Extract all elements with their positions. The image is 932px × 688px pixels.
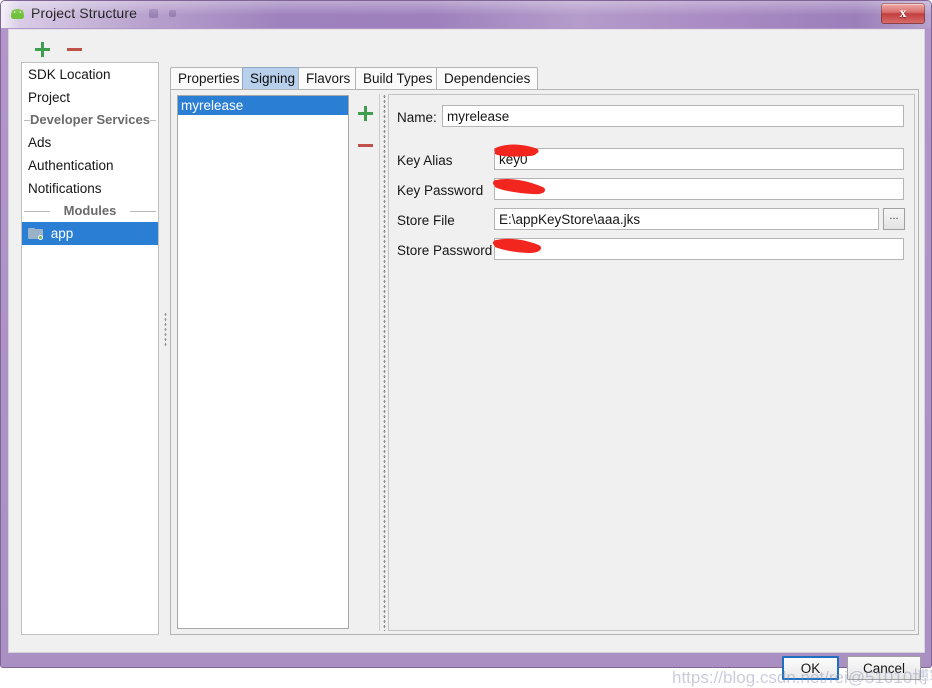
key-password-input[interactable]: [494, 178, 904, 200]
sidebar-separator-label: Developer Services: [30, 112, 150, 127]
remove-signing-config-button[interactable]: [354, 134, 376, 156]
separator-line-right: [150, 120, 156, 121]
key-alias-input[interactable]: [494, 148, 904, 170]
sidebar-remove-button[interactable]: [63, 38, 85, 60]
cancel-button[interactable]: Cancel: [847, 656, 921, 680]
sidebar-item-label: Project: [28, 90, 71, 105]
sidebar-item-label: Notifications: [28, 181, 102, 196]
sidebar-separator-developer-services: Developer Services: [22, 109, 158, 131]
key-alias-label: Key Alias: [397, 153, 453, 168]
cancel-button-label: Cancel: [862, 660, 906, 676]
sidebar-add-button[interactable]: [31, 38, 53, 60]
tab-flavors[interactable]: Flavors: [298, 67, 359, 89]
module-folder-icon: [28, 228, 43, 240]
separator-line-right: [130, 211, 156, 212]
signing-config-list[interactable]: myrelease: [177, 95, 349, 629]
sidebar-toolbar: [21, 38, 161, 62]
store-password-label: Store Password: [397, 243, 493, 258]
sidebar-item-label: app: [50, 226, 74, 241]
splitter-grip-icon: [164, 312, 167, 346]
tab-label: Build Types: [363, 71, 433, 86]
tab-dependencies[interactable]: Dependencies: [436, 67, 539, 89]
title-bar[interactable]: Project Structure x: [1, 1, 931, 28]
sidebar-separator-label: Modules: [63, 203, 117, 218]
project-structure-dialog: Project Structure x SDK Location Project: [0, 0, 932, 687]
tab-build-types[interactable]: Build Types: [355, 67, 441, 89]
title-ghost-block-2: [169, 10, 176, 17]
separator-line-left: [24, 120, 30, 121]
sidebar-list[interactable]: SDK Location Project Developer Services …: [21, 62, 159, 635]
left-splitter[interactable]: [161, 62, 170, 635]
name-label: Name:: [397, 110, 437, 125]
list-item[interactable]: myrelease: [178, 96, 348, 115]
sidebar-item-project[interactable]: Project: [22, 86, 158, 109]
sidebar-item-app[interactable]: app: [22, 222, 158, 245]
tab-label: Properties: [178, 71, 240, 86]
tab-label: Flavors: [306, 71, 351, 86]
ellipsis-icon: ...: [889, 210, 899, 222]
signing-config-form: Name: Key Alias Key Password Store File: [388, 94, 915, 631]
sidebar-item-authentication[interactable]: Authentication: [22, 154, 158, 177]
key-password-label: Key Password: [397, 183, 484, 198]
close-icon: x: [899, 5, 907, 21]
tab-label: Dependencies: [444, 71, 531, 86]
store-password-input[interactable]: [494, 238, 904, 260]
ok-button-label: OK: [800, 660, 821, 676]
tab-properties[interactable]: Properties: [170, 67, 248, 89]
signing-tab-panel: myrelease Name: myrelease Key Alias key0…: [170, 89, 919, 635]
window-title: Project Structure: [31, 5, 137, 21]
title-ghost-block-1: [149, 9, 158, 18]
splitter-grip-icon: [383, 94, 386, 631]
add-signing-config-button[interactable]: [354, 102, 376, 124]
separator-line-left: [24, 211, 50, 212]
tab-bar: Properties Signing Flavors Build Types D…: [170, 67, 920, 89]
sidebar-item-label: Authentication: [28, 158, 114, 173]
signing-config-label: myrelease: [181, 98, 244, 113]
sidebar-item-notifications[interactable]: Notifications: [22, 177, 158, 200]
signing-config-toolbar: [351, 95, 379, 165]
tab-signing[interactable]: Signing: [242, 67, 304, 89]
store-file-input[interactable]: [494, 208, 879, 230]
ok-button[interactable]: OK: [782, 656, 839, 680]
android-robot-icon: [10, 8, 25, 20]
sidebar-item-sdk-location[interactable]: SDK Location: [22, 63, 158, 86]
sidebar-item-ads[interactable]: Ads: [22, 131, 158, 154]
close-button[interactable]: x: [881, 3, 925, 24]
sidebar-item-label: Ads: [28, 135, 52, 150]
browse-store-file-button[interactable]: ...: [883, 208, 905, 230]
tab-label: Signing: [250, 71, 296, 86]
dialog-content: SDK Location Project Developer Services …: [8, 29, 932, 687]
store-file-label: Store File: [397, 213, 455, 228]
name-input[interactable]: [442, 105, 904, 127]
sidebar-item-label: SDK Location: [28, 67, 111, 82]
sidebar-separator-modules: Modules: [22, 200, 158, 222]
